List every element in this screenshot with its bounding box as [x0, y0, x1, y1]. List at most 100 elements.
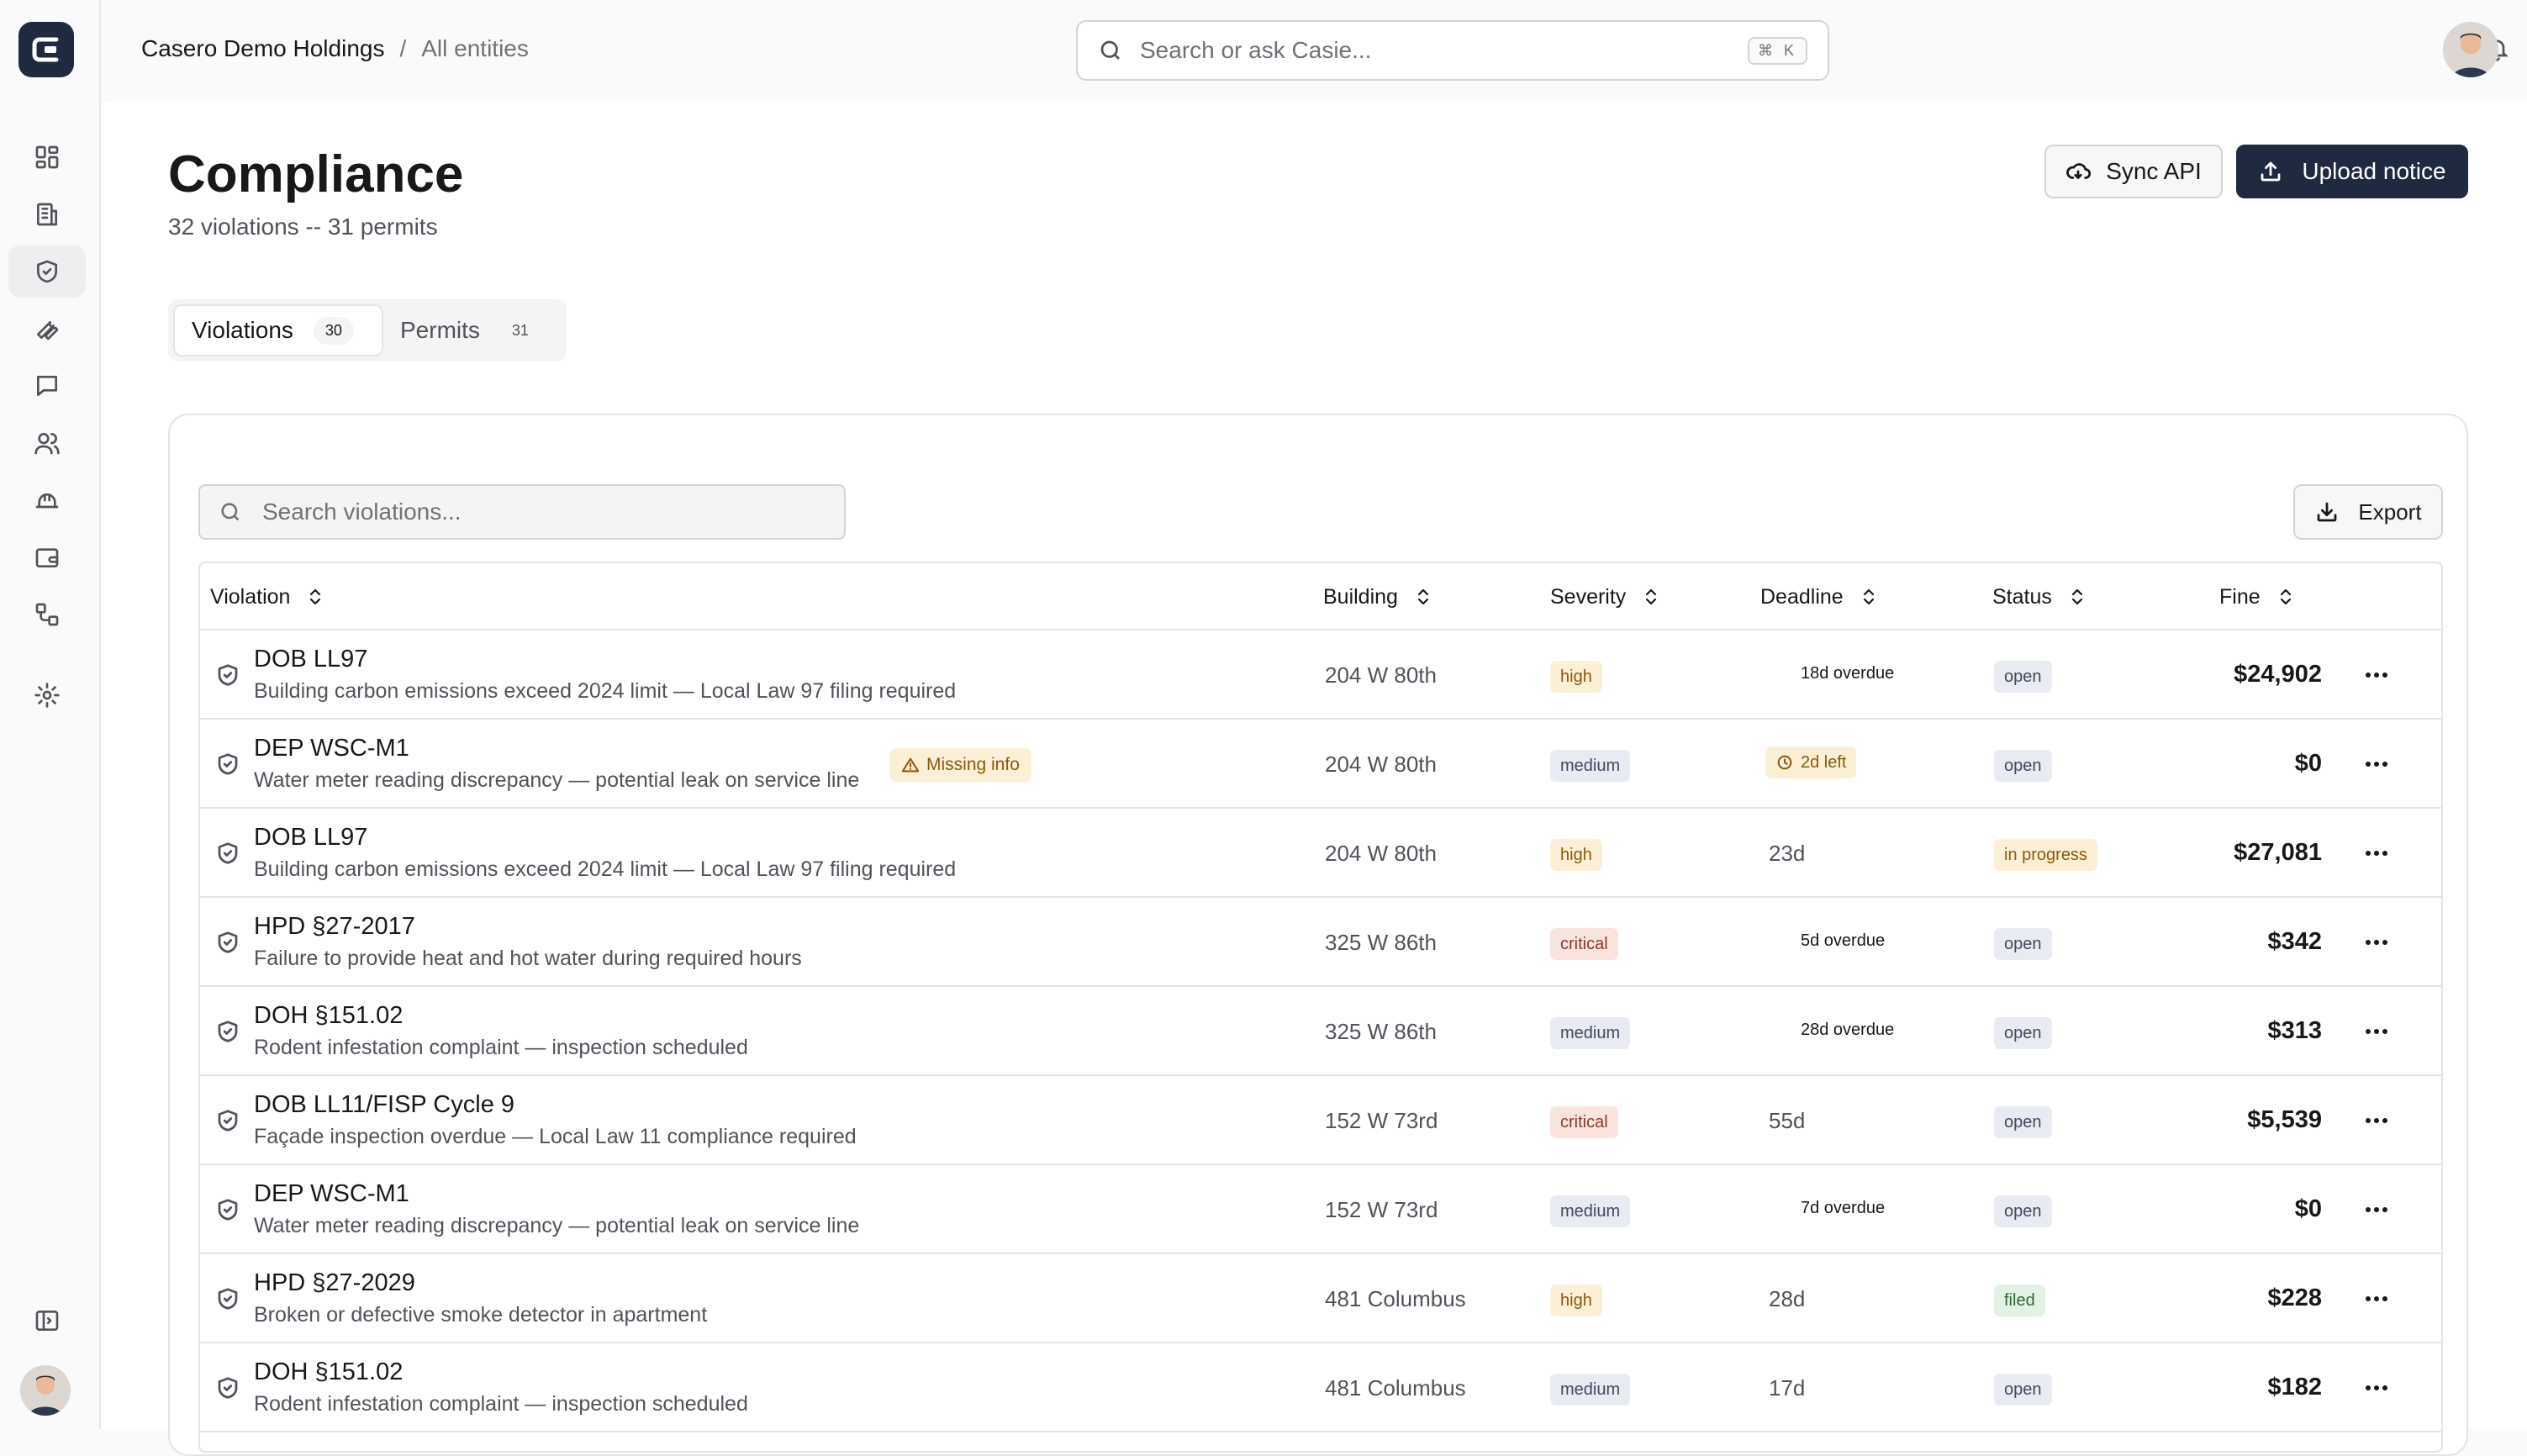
column-severity-label: Severity [1550, 584, 1627, 609]
fine-amount: $24,902 [2234, 661, 2322, 688]
row-actions-button[interactable] [2357, 656, 2396, 694]
row-actions-button[interactable] [2357, 745, 2396, 783]
sort-icon [1863, 588, 1874, 605]
column-violation[interactable]: Violation [210, 563, 325, 630]
table-row[interactable]: HPD §27-2029 Broken or defective smoke de… [200, 1254, 2441, 1343]
status-badge: open [1994, 1195, 2052, 1227]
violations-search-input[interactable]: Search violations... [262, 499, 462, 525]
severity-badge: critical [1550, 928, 1618, 960]
row-actions-button[interactable] [2357, 1190, 2396, 1229]
nav-dashboard[interactable] [8, 131, 86, 183]
status-badge: open [1994, 750, 2052, 782]
page-title: Compliance [168, 145, 464, 203]
violation-code[interactable]: DOB LL11/FISP Cycle 9 [254, 1091, 514, 1119]
table-row[interactable]: HPD §27-2017 Failure to provide heat and … [200, 898, 2441, 987]
download-icon [2318, 502, 2337, 522]
violation-code[interactable]: DOH §151.02 [254, 1358, 403, 1386]
export-button[interactable]: Export [2293, 484, 2443, 540]
status-badge: open [1994, 661, 2052, 693]
top-bar: Casero Demo Holdings / All entities Sear… [101, 0, 2527, 101]
table-row[interactable]: DOB LL97 Building carbon emissions exceed… [200, 630, 2441, 720]
grid-icon [35, 145, 59, 169]
column-status[interactable]: Status [1992, 563, 2087, 630]
wallet-icon [35, 548, 59, 567]
violation-description: Rodent infestation complaint — inspectio… [254, 1392, 748, 1416]
table-row[interactable]: DOH §151.02 Rodent infestation complaint … [200, 1343, 2441, 1432]
nav-workflows[interactable] [8, 588, 86, 641]
sync-api-button[interactable]: Sync API [2044, 145, 2223, 198]
nav-people[interactable] [8, 417, 86, 469]
building-cell: 152 W 73rd [1325, 1108, 1438, 1133]
profile-avatar[interactable] [2443, 22, 2498, 77]
violation-shield [215, 1197, 240, 1222]
violation-code[interactable]: DOB LL97 [254, 824, 367, 852]
building-cell: 204 W 80th [1325, 841, 1437, 866]
row-actions-button[interactable] [2357, 1279, 2396, 1318]
deadline-label: 28d [1769, 1285, 1806, 1311]
table-header: Violation Building Severity Deadline Sta… [200, 563, 2441, 630]
violation-shield [215, 1019, 240, 1044]
status-badge: filed [1994, 1285, 2045, 1316]
nav-compliance[interactable] [8, 245, 86, 298]
violation-code[interactable]: DOB LL97 [254, 646, 367, 673]
violation-shield [215, 841, 240, 866]
breadcrumb-org[interactable]: Casero Demo Holdings [141, 35, 384, 62]
nav-settings[interactable] [8, 669, 86, 721]
tab-permits-count: 31 [511, 321, 529, 339]
violation-description: Rodent infestation complaint — inspectio… [254, 1036, 748, 1059]
fine-amount: $5,539 [2247, 1106, 2322, 1133]
shield-check-icon [218, 1377, 238, 1399]
breadcrumb-separator: / [399, 35, 407, 61]
deadline-label: 17d [1769, 1374, 1806, 1401]
breadcrumb-scope[interactable]: All entities [421, 35, 529, 62]
status-badge: open [1994, 1374, 2052, 1406]
table-row[interactable]: DEP WSC-M1 Water meter reading discrepanc… [200, 1165, 2441, 1254]
row-actions-button[interactable] [2357, 834, 2396, 873]
table-row[interactable]: DEP WSC-M1 Water meter reading discrepanc… [200, 720, 2441, 809]
violation-code[interactable]: DEP WSC-M1 [254, 1180, 409, 1208]
table-row[interactable]: DOH §151.02 Rodent infestation complaint … [200, 987, 2441, 1076]
status-badge: open [1994, 1106, 2052, 1138]
fine-amount: $228 [2267, 1285, 2322, 1311]
user-avatar-icon [2443, 22, 2498, 77]
casero-logo[interactable] [18, 22, 74, 77]
tab-violations-label: Violations [192, 317, 293, 343]
global-search-input[interactable]: Search or ask Casie... [1140, 37, 1748, 64]
violation-code[interactable]: HPD §27-2029 [254, 1269, 415, 1297]
users-icon [34, 433, 60, 455]
nav-messages[interactable] [8, 360, 86, 412]
tab-violations[interactable]: Violations 30 [173, 304, 383, 356]
collapse-sidebar-button[interactable] [8, 1295, 86, 1347]
upload-notice-button[interactable]: Upload notice [2236, 145, 2468, 198]
nav-finance[interactable] [8, 531, 86, 583]
row-actions-button[interactable] [2357, 1101, 2396, 1140]
nav-vendors[interactable] [8, 474, 86, 526]
table-row[interactable]: DOB LL11/FISP Cycle 9 Façade inspection o… [200, 1076, 2441, 1165]
sort-icon [1646, 588, 1657, 605]
row-actions-button[interactable] [2357, 1012, 2396, 1051]
tab-permits[interactable]: Permits 31 [383, 304, 560, 356]
row-actions-button[interactable] [2357, 1369, 2396, 1407]
violations-table: Violation Building Severity Deadline Sta… [198, 562, 2443, 1453]
nav-maintenance[interactable] [8, 303, 86, 355]
deadline-label: 7d overdue [1801, 1198, 1886, 1217]
violation-description: Water meter reading discrepancy — potent… [254, 1214, 860, 1237]
column-fine[interactable]: Fine [2219, 563, 2296, 630]
violation-code[interactable]: HPD §27-2017 [254, 913, 415, 941]
column-building[interactable]: Building [1323, 563, 1433, 630]
warning-icon [1775, 664, 1794, 683]
row-actions-button[interactable] [2357, 923, 2396, 962]
violation-code[interactable]: DOH §151.02 [254, 1002, 403, 1030]
table-row[interactable]: DOB LL97 Building carbon emissions exceed… [200, 809, 2441, 898]
avatar[interactable] [20, 1365, 71, 1416]
violation-code[interactable]: DEP WSC-M1 [254, 735, 409, 762]
global-search[interactable]: Search or ask Casie... ⌘ K [1076, 20, 1829, 81]
column-severity[interactable]: Severity [1550, 563, 1661, 630]
violations-search[interactable]: Search violations... [198, 484, 846, 540]
sort-icon [310, 588, 321, 605]
shield-check-icon [218, 1021, 238, 1042]
nav-buildings[interactable] [8, 188, 86, 240]
warning-icon [1775, 1021, 1794, 1039]
fine-amount: $182 [2267, 1374, 2322, 1401]
column-deadline[interactable]: Deadline [1760, 563, 1879, 630]
